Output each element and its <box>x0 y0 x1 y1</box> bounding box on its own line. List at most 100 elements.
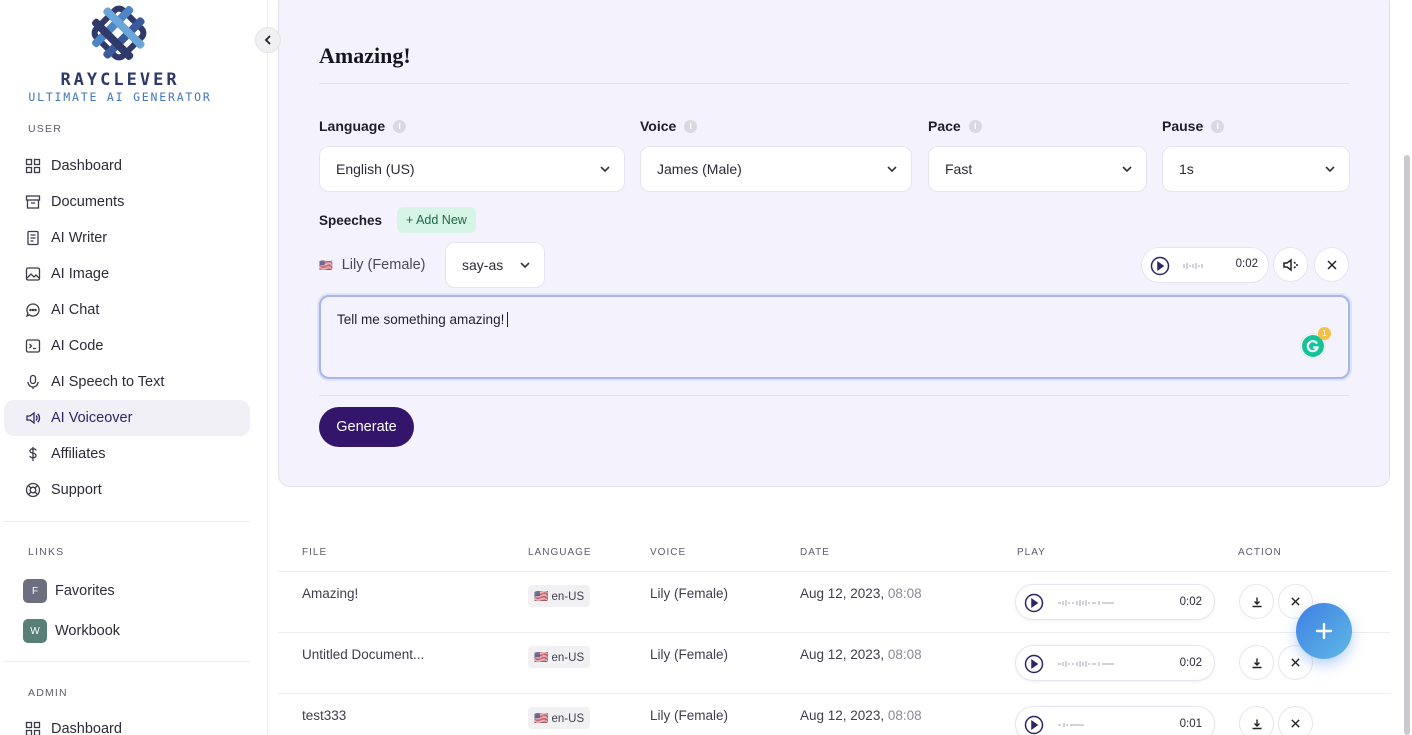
date-text: Aug 12, 2023, <box>800 586 885 601</box>
sidebar-item-label: AI Voiceover <box>51 410 133 426</box>
language-badge: 🇺🇸 en-US <box>528 585 591 607</box>
waveform-icon <box>1058 661 1114 667</box>
pace-label: Pace i <box>928 118 982 134</box>
generate-button[interactable]: Generate <box>319 407 414 447</box>
lifebuoy-icon <box>24 481 42 499</box>
play-icon[interactable] <box>1024 715 1044 735</box>
sidebar-item-label: AI Code <box>51 338 104 354</box>
info-icon[interactable]: i <box>1211 119 1225 133</box>
sidebar-item-ai-code[interactable]: AI Code <box>4 328 250 364</box>
add-new-speech-button[interactable]: + Add New <box>397 207 476 233</box>
brand-tagline: ULTIMATE AI GENERATOR <box>28 90 212 104</box>
sidebar-item-ai-speech-to-text[interactable]: AI Speech to Text <box>4 364 250 400</box>
brand-name: RAYCLEVER <box>60 70 180 90</box>
page-scrollbar[interactable] <box>1404 155 1410 735</box>
speech-text-input[interactable]: Tell me something amazing! 1 <box>319 295 1350 379</box>
info-icon[interactable]: i <box>968 119 982 133</box>
sidebar-item-affiliates[interactable]: Affiliates <box>4 436 250 472</box>
play-icon[interactable] <box>1150 256 1170 276</box>
speaker-mute-icon <box>1282 258 1298 271</box>
time-text: 08:08 <box>887 647 922 662</box>
voice-label: Voice i <box>640 118 698 134</box>
sidebar-item-label: AI Writer <box>51 230 108 246</box>
voice-name: Lily (Female) <box>650 708 729 723</box>
date-value: Aug 12, 2023, 08:08 <box>800 647 922 662</box>
speech-audio-player[interactable]: 0:02 <box>1141 247 1269 283</box>
sidebar-link-label: Favorites <box>55 583 115 599</box>
logo[interactable]: RAYCLEVER ULTIMATE AI GENERATOR <box>20 2 220 104</box>
sidebar-item-admin-dashboard[interactable]: Dashboard <box>4 711 250 735</box>
chat-icon <box>24 301 42 319</box>
download-button[interactable] <box>1239 645 1274 680</box>
close-icon <box>1291 658 1300 667</box>
sidebar-item-label: Affiliates <box>51 446 106 462</box>
language-label-text: Language <box>319 118 386 134</box>
image-icon <box>24 265 42 283</box>
sidebar-item-dashboard[interactable]: Dashboard <box>4 148 250 184</box>
pause-label-text: Pause <box>1162 118 1204 134</box>
collapse-sidebar-button[interactable] <box>255 27 281 53</box>
sidebar-item-ai-writer[interactable]: AI Writer <box>4 220 250 256</box>
sidebar-item-support[interactable]: Support <box>4 472 250 508</box>
table-row[interactable]: test333 🇺🇸 en-US Lily (Female) Aug 12, 2… <box>278 693 1390 735</box>
table-row[interactable]: Amazing! 🇺🇸 en-US Lily (Female) Aug 12, … <box>278 571 1390 632</box>
voice-select-value: James (Male) <box>657 161 742 177</box>
document-icon <box>24 229 42 247</box>
speech-speaker[interactable]: 🇺🇸 Lily (Female) <box>319 257 426 273</box>
grid-icon <box>24 720 42 735</box>
audio-player[interactable]: 0:02 <box>1015 645 1215 681</box>
pace-label-text: Pace <box>928 118 961 134</box>
sidebar-item-label: Support <box>51 482 102 498</box>
play-icon[interactable] <box>1024 593 1044 613</box>
sidebar-item-ai-image[interactable]: AI Image <box>4 256 250 292</box>
sidebar-item-documents[interactable]: Documents <box>4 184 250 220</box>
delete-button[interactable] <box>1278 706 1313 735</box>
grammarly-icon[interactable]: 1 <box>1300 327 1331 359</box>
speaker-name: Lily (Female) <box>341 257 426 273</box>
chevron-down-icon <box>1122 166 1132 173</box>
speech-text-value: Tell me something amazing! <box>337 312 505 327</box>
link-badge: F <box>23 579 47 603</box>
sidebar-item-ai-voiceover[interactable]: AI Voiceover <box>4 400 250 436</box>
links-nav: F Favorites W Workbook <box>4 571 250 651</box>
file-name[interactable]: test333 <box>302 708 346 723</box>
download-button[interactable] <box>1239 584 1274 619</box>
voice-select[interactable]: James (Male) <box>640 146 912 192</box>
divider <box>319 83 1349 84</box>
remove-speech-button[interactable] <box>1314 247 1349 282</box>
sidebar-link-workbook[interactable]: W Workbook <box>4 611 250 651</box>
say-as-select[interactable]: say-as <box>445 242 545 288</box>
voiceover-editor-card: Amazing! Language i Voice i Pace i Pause i E… <box>278 0 1390 487</box>
pause-select[interactable]: 1s <box>1162 146 1350 192</box>
admin-nav: Dashboard <box>4 711 250 735</box>
user-nav: Dashboard Documents AI Writer AI Image A… <box>4 148 250 508</box>
audio-player[interactable]: 0:02 <box>1015 584 1215 620</box>
sidebar-link-favorites[interactable]: F Favorites <box>4 571 250 611</box>
text-cursor <box>507 312 513 327</box>
sidebar-item-label: Documents <box>51 194 125 210</box>
speech-duration: 0:02 <box>1235 258 1258 270</box>
file-name[interactable]: Amazing! <box>302 586 358 601</box>
voice-label-text: Voice <box>640 118 677 134</box>
download-button[interactable] <box>1239 706 1274 735</box>
archive-icon <box>24 193 42 211</box>
speeches-label: Speeches <box>319 213 383 228</box>
info-icon[interactable]: i <box>684 119 698 133</box>
language-select[interactable]: English (US) <box>319 146 625 192</box>
grid-icon <box>24 157 42 175</box>
logo-mark-icon <box>91 5 147 61</box>
play-icon[interactable] <box>1024 654 1044 674</box>
info-icon[interactable]: i <box>393 119 407 133</box>
pace-select[interactable]: Fast <box>928 146 1147 192</box>
chevron-left-icon <box>264 35 271 45</box>
sidebar-link-label: Workbook <box>55 623 121 639</box>
create-new-fab-button[interactable] <box>1296 603 1352 659</box>
time-text: 08:08 <box>887 586 922 601</box>
audio-player[interactable]: 0:01 <box>1015 706 1215 735</box>
file-name[interactable]: Untitled Document... <box>302 647 424 662</box>
table-row[interactable]: Untitled Document... 🇺🇸 en-US Lily (Fema… <box>278 632 1390 693</box>
sidebar-item-ai-chat[interactable]: AI Chat <box>4 292 250 328</box>
chevron-down-icon <box>520 262 530 269</box>
mute-button[interactable] <box>1273 247 1308 282</box>
grammarly-count-badge: 1 <box>1318 327 1331 340</box>
